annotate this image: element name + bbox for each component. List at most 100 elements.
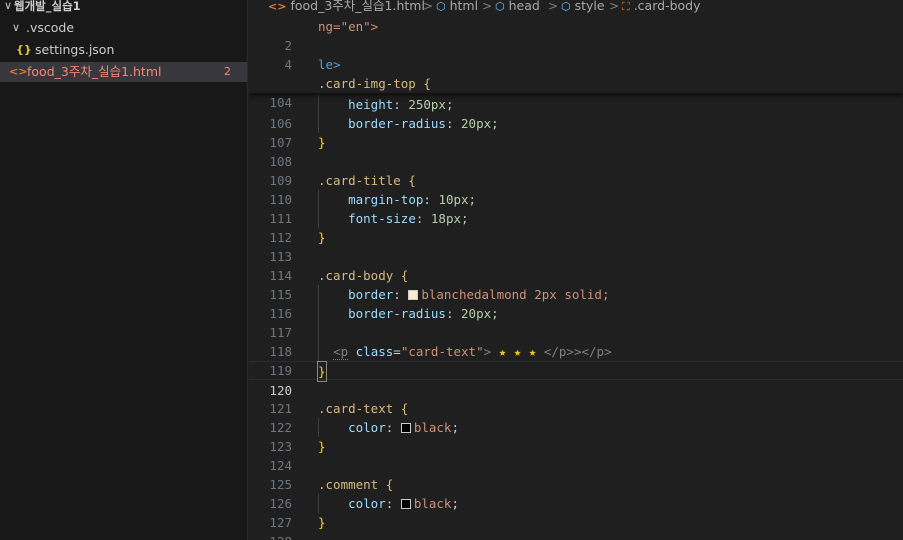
code-text: } (318, 515, 326, 530)
file-food-html[interactable]: <> food_3주차_실습1.html 2 (0, 62, 247, 82)
css-selector: .card-body { (318, 268, 409, 283)
css-value: 18px; (430, 211, 469, 226)
css-property: border-radius (348, 116, 446, 131)
sticky-line[interactable]: 104 .card-img-top { (249, 74, 903, 110)
html-file-icon: <> (268, 0, 287, 13)
problems-badge: 2 (224, 65, 231, 78)
css-selector: .card-text { (318, 401, 409, 416)
code-line[interactable]: 117 border-radius: 20px; (249, 304, 903, 340)
css-color-value: black (413, 496, 452, 511)
chevron-down-icon: ∨ (11, 21, 21, 34)
color-swatch[interactable] (400, 423, 411, 433)
color-swatch[interactable] (400, 499, 411, 509)
css-property: margin-top (348, 192, 424, 207)
code-text: } (318, 439, 326, 454)
star-rating-text: ★ ★ ★ (498, 344, 537, 359)
html-attribute-value: "card-text" (400, 344, 484, 359)
code-text: } (317, 361, 327, 382)
code-text: } (318, 135, 326, 150)
cube-symbol-icon: ⬡ (495, 0, 505, 13)
chevron-down-icon: ∨ (3, 0, 13, 12)
chevron-right-icon: > (482, 0, 493, 13)
file-label: settings.json (35, 42, 115, 57)
code-line[interactable]: 127 color: black; (249, 494, 903, 530)
css-property: color (348, 496, 386, 511)
breadcrumb-head[interactable]: ⬡ head (495, 0, 540, 16)
color-swatch[interactable] (408, 290, 419, 300)
breadcrumb-label: style (574, 0, 605, 13)
code-line[interactable]: 111 margin-top: 10px; (249, 190, 903, 226)
code-line[interactable]: 107 border-radius: 20px; (249, 114, 903, 150)
css-color-value: blanchedalmond (421, 287, 527, 302)
class-symbol-icon: ⛶ (622, 0, 630, 13)
json-braces-icon: {} (16, 43, 32, 56)
css-value: ; (451, 420, 459, 435)
sticky-line[interactable]: 2 ng="en"> (249, 17, 903, 53)
html-tag-open: <p (333, 344, 349, 360)
html-tag-close: </p>></p> (543, 344, 612, 359)
css-property: color (348, 420, 386, 435)
code-text: le> (318, 57, 341, 72)
breadcrumb-label: html (449, 0, 479, 13)
line-number: 128 (249, 532, 292, 540)
code-line[interactable]: 124 } (249, 437, 903, 473)
code-line-active[interactable]: 120 } (249, 361, 903, 398)
css-value: 250px; (408, 97, 454, 112)
code-line[interactable]: 122 .card-text { (249, 399, 903, 435)
code-text: } (318, 230, 326, 245)
code-text: ng="en"> (318, 19, 379, 34)
code-line[interactable]: 119 <p class="card-text"> ★ ★ ★ </p>></p… (249, 342, 903, 378)
css-property: border (348, 287, 394, 302)
code-line[interactable]: 108 } (249, 133, 903, 169)
css-value: 20px; (461, 116, 499, 131)
breadcrumb: <> food_3주차_실습1.html > ⬡ html > ⬡ head > ⬡ s… (249, 0, 903, 15)
breadcrumb-card-body[interactable]: ⛶ .card-body (622, 0, 701, 16)
code-line[interactable]: 112 font-size: 18px; (249, 209, 903, 245)
css-value: ; (451, 496, 459, 511)
code-line[interactable]: 113 } (249, 228, 903, 264)
cube-symbol-icon: ⬡ (561, 0, 571, 13)
code-text: .card-img-top { (318, 76, 431, 91)
breadcrumb-label: head (508, 0, 540, 13)
breadcrumb-html[interactable]: ⬡ html (436, 0, 478, 16)
css-value: 20px; (461, 306, 499, 321)
code-line[interactable]: 115 .card-body { (249, 266, 903, 302)
css-selector: .card-title { (318, 173, 416, 188)
breadcrumb-style[interactable]: ⬡ style (561, 0, 605, 16)
code-line[interactable]: 118 (249, 323, 903, 359)
code-line[interactable]: 114 (249, 247, 903, 283)
code-line[interactable]: 110 .card-title { (249, 171, 903, 207)
code-line[interactable]: 121 (249, 380, 903, 416)
chevron-right-icon: > (609, 0, 620, 13)
breadcrumb-file[interactable]: <> food_3주차_실습1.html (268, 0, 425, 16)
code-line[interactable]: 123 color: black; (249, 418, 903, 454)
file-settings-json[interactable]: {} settings.json (0, 40, 247, 60)
folder-vscode[interactable]: ∨ .vscode (0, 18, 247, 38)
chevron-right-icon: > (548, 0, 559, 13)
css-property: height (348, 97, 394, 112)
html-attribute: class (355, 344, 394, 359)
code-line[interactable]: 128 } (249, 513, 903, 540)
html-file-icon: <> (9, 65, 28, 78)
chevron-right-icon: > (423, 0, 434, 13)
breadcrumb-label: .card-body (633, 0, 701, 13)
css-value: 10px; (438, 192, 477, 207)
code-line[interactable]: 109 (249, 152, 903, 188)
sticky-line[interactable]: 4 (249, 36, 903, 72)
cube-symbol-icon: ⬡ (436, 0, 446, 13)
sticky-line[interactable]: 15 le> (249, 55, 903, 91)
code-editor[interactable]: 2 ng="en"> 4 15 le> 104 .card-img-top { … (249, 15, 903, 540)
code-line[interactable]: 116 border: blanchedalmond 2px solid; (249, 285, 903, 321)
css-property: border-radius (348, 306, 446, 321)
explorer-root-folder[interactable]: ∨ 웹개발_실습1 (0, 0, 247, 16)
code-line[interactable]: 126 .comment { (249, 475, 903, 511)
root-folder-label: 웹개발_실습1 (14, 0, 81, 13)
css-property: font-size (348, 211, 416, 226)
css-value: 2px solid; (534, 287, 610, 302)
folder-label: .vscode (26, 20, 75, 35)
explorer-sidebar: ∨ 웹개발_실습1 ∨ .vscode {} settings.json <> … (0, 0, 248, 540)
code-line[interactable]: 125 (249, 456, 903, 492)
file-label: food_3주차_실습1.html (27, 64, 162, 79)
code-line[interactable]: 106 height: 250px; (249, 95, 903, 131)
css-color-value: black (413, 420, 452, 435)
